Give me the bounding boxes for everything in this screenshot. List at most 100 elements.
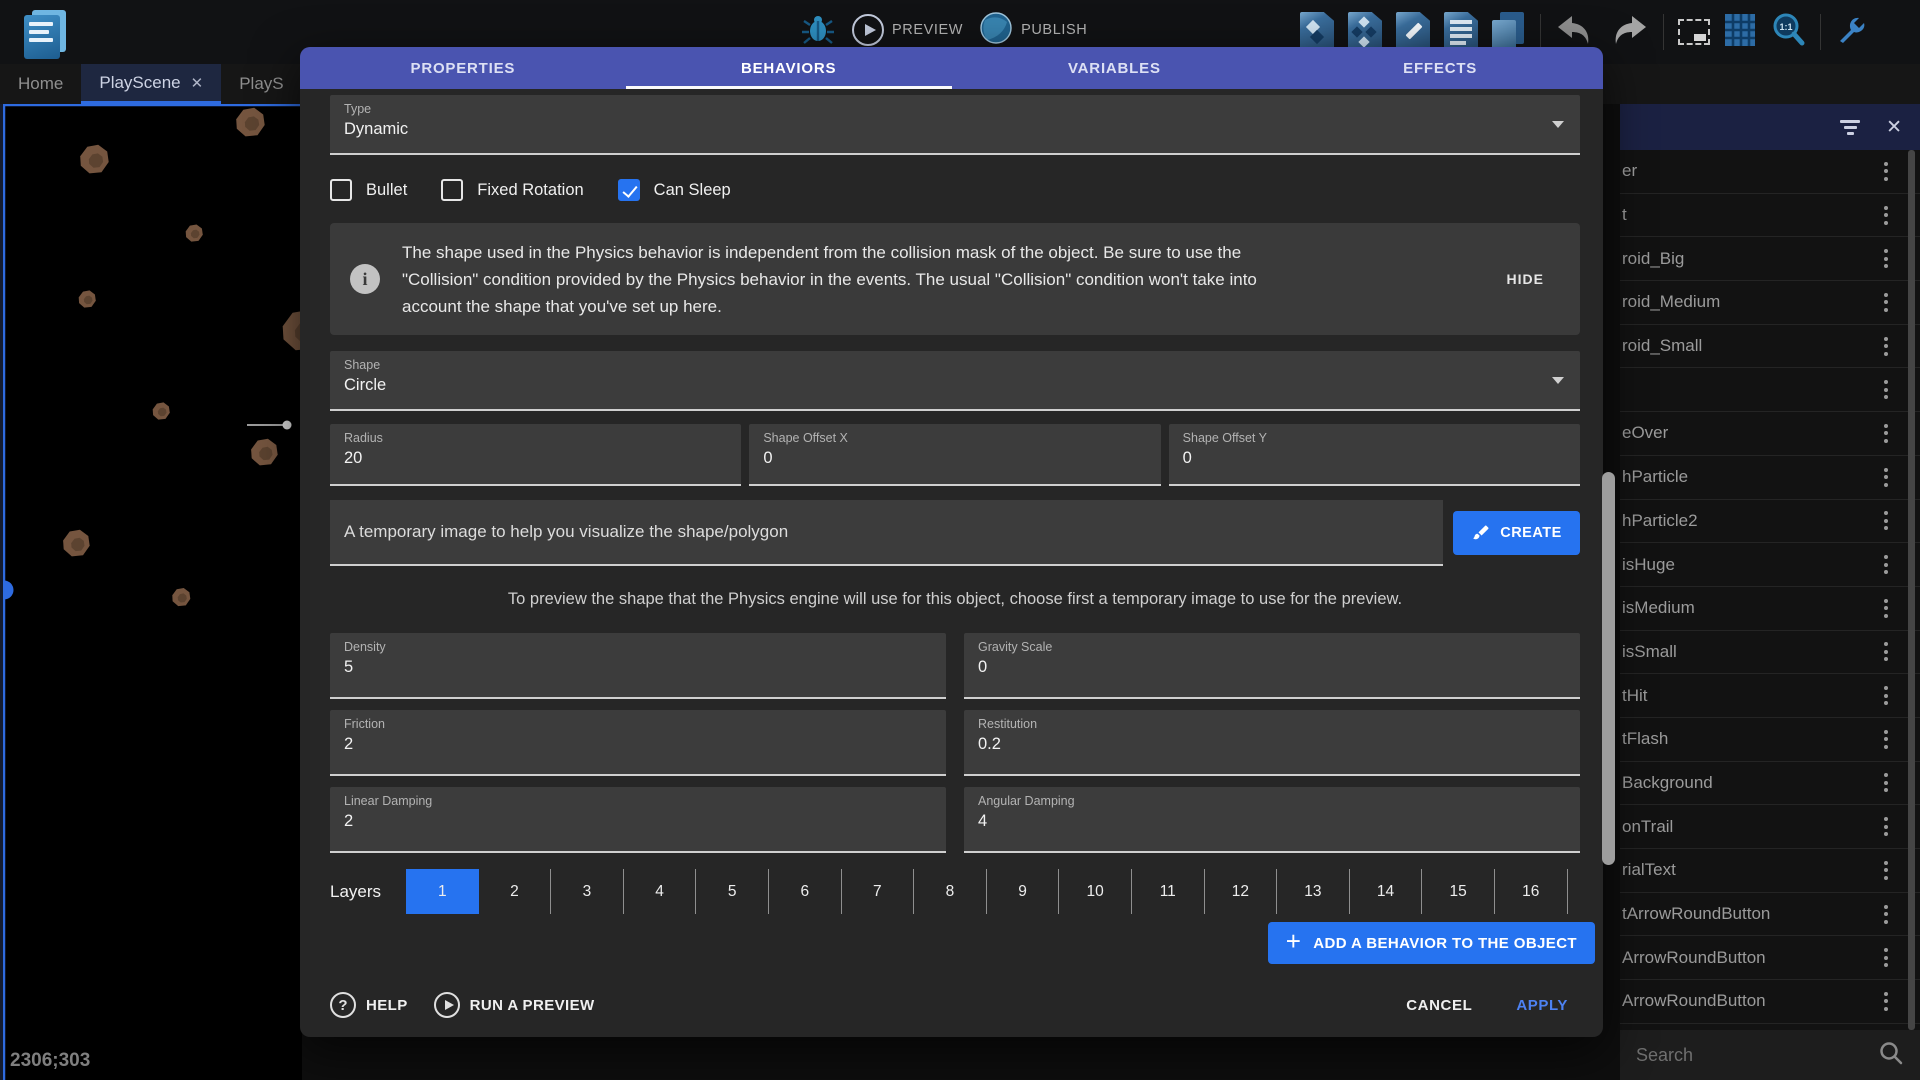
object-list-item[interactable]: hParticle: [1620, 456, 1920, 500]
item-menu-icon[interactable]: [1868, 730, 1904, 749]
dialog-scrollbar[interactable]: [1601, 89, 1616, 1037]
tab-plays[interactable]: PlayS: [221, 64, 301, 104]
undo-icon[interactable]: [1555, 13, 1595, 52]
field-shape-offset-y[interactable]: Shape Offset Y0: [1169, 424, 1580, 486]
object-list-item[interactable]: er: [1620, 150, 1920, 194]
layer-7[interactable]: 7: [842, 869, 915, 914]
object-list-item[interactable]: tArrowRoundButton: [1620, 893, 1920, 937]
item-menu-icon[interactable]: [1868, 861, 1904, 880]
object-list-item[interactable]: roid_Medium: [1620, 281, 1920, 325]
object-list-item[interactable]: roid_Big: [1620, 237, 1920, 281]
field-angular-damping[interactable]: Angular Damping4: [964, 787, 1580, 853]
item-menu-icon[interactable]: [1868, 817, 1904, 836]
item-menu-icon[interactable]: [1868, 249, 1904, 268]
layer-5[interactable]: 5: [696, 869, 769, 914]
dialog-tab-behaviors[interactable]: BEHAVIORS: [626, 47, 952, 89]
object-list-item[interactable]: ArrowRoundButton: [1620, 980, 1920, 1024]
field-shape-offset-x[interactable]: Shape Offset X0: [749, 424, 1160, 486]
dialog-tab-effects[interactable]: EFFECTS: [1277, 47, 1603, 89]
close-tab-icon[interactable]: ✕: [191, 74, 204, 92]
edit-scene-icon[interactable]: [1396, 12, 1430, 52]
help-button[interactable]: ? HELP: [330, 992, 408, 1018]
item-menu-icon[interactable]: [1868, 380, 1904, 399]
item-menu-icon[interactable]: [1868, 206, 1904, 225]
field-gravity-scale[interactable]: Gravity Scale0: [964, 633, 1580, 699]
object-list-item[interactable]: isMedium: [1620, 587, 1920, 631]
item-menu-icon[interactable]: [1868, 511, 1904, 530]
object-list-item[interactable]: eOver: [1620, 412, 1920, 456]
item-menu-icon[interactable]: [1868, 468, 1904, 487]
selection-rectangle-icon[interactable]: [1678, 19, 1710, 45]
object-list-item[interactable]: hParticle2: [1620, 500, 1920, 544]
publish-button[interactable]: PUBLISH: [979, 11, 1087, 50]
layer-13[interactable]: 13: [1277, 869, 1350, 914]
layer-16[interactable]: 16: [1495, 869, 1568, 914]
instances-list-icon[interactable]: [1348, 12, 1382, 52]
item-menu-icon[interactable]: [1868, 948, 1904, 967]
item-menu-icon[interactable]: [1868, 337, 1904, 356]
object-list-item[interactable]: roid_Small: [1620, 325, 1920, 369]
item-menu-icon[interactable]: [1868, 555, 1904, 574]
project-manager-icon[interactable]: [18, 8, 70, 58]
field-linear-damping[interactable]: Linear Damping2: [330, 787, 946, 853]
settings-wrench-icon[interactable]: [1835, 13, 1869, 52]
item-menu-icon[interactable]: [1868, 599, 1904, 618]
type-dropdown[interactable]: Type Dynamic: [330, 95, 1580, 155]
objects-list-scrollbar[interactable]: [1908, 150, 1915, 1030]
checkbox-fixed-rotation[interactable]: Fixed Rotation: [441, 179, 583, 201]
field-density[interactable]: Density5: [330, 633, 946, 699]
shape-dropdown[interactable]: Shape Circle: [330, 351, 1580, 411]
layer-6[interactable]: 6: [769, 869, 842, 914]
item-menu-icon[interactable]: [1868, 424, 1904, 443]
object-list-item[interactable]: isSmall: [1620, 631, 1920, 675]
close-panel-icon[interactable]: ✕: [1886, 118, 1902, 137]
object-list-item[interactable]: tFlash: [1620, 718, 1920, 762]
create-button[interactable]: CREATE: [1453, 511, 1580, 555]
field-radius[interactable]: Radius20: [330, 424, 741, 486]
dialog-tab-variables[interactable]: VARIABLES: [952, 47, 1278, 89]
item-menu-icon[interactable]: [1868, 293, 1904, 312]
object-list-item[interactable]: t: [1620, 194, 1920, 238]
item-menu-icon[interactable]: [1868, 162, 1904, 181]
grid-icon[interactable]: [1724, 12, 1756, 53]
tab-playscene[interactable]: PlayScene✕: [81, 64, 221, 104]
temp-image-field[interactable]: A temporary image to help you visualize …: [330, 500, 1443, 566]
dialog-tab-properties[interactable]: PROPERTIES: [300, 47, 626, 89]
tab-home[interactable]: Home: [0, 64, 81, 104]
cancel-button[interactable]: CANCEL: [1406, 997, 1472, 1014]
checkbox-unchecked-icon[interactable]: [441, 179, 463, 201]
hide-button[interactable]: HIDE: [1507, 271, 1544, 287]
checkbox-unchecked-icon[interactable]: [330, 179, 352, 201]
redo-icon[interactable]: [1609, 13, 1649, 52]
layer-9[interactable]: 9: [987, 869, 1060, 914]
debug-bug-icon[interactable]: [800, 10, 836, 51]
item-menu-icon[interactable]: [1868, 686, 1904, 705]
checkbox-can-sleep[interactable]: Can Sleep: [618, 179, 731, 201]
add-object-icon[interactable]: [1300, 12, 1334, 52]
apply-button[interactable]: APPLY: [1516, 997, 1568, 1014]
object-properties-icon[interactable]: [1444, 12, 1478, 52]
field-friction[interactable]: Friction2: [330, 710, 946, 776]
dialog-scrollbar-thumb[interactable]: [1602, 472, 1615, 865]
layer-8[interactable]: 8: [914, 869, 987, 914]
layer-12[interactable]: 12: [1205, 869, 1278, 914]
field-restitution[interactable]: Restitution0.2: [964, 710, 1580, 776]
object-list-item[interactable]: ArrowRoundButton: [1620, 936, 1920, 980]
item-menu-icon[interactable]: [1868, 773, 1904, 792]
object-list-item[interactable]: onTrail: [1620, 805, 1920, 849]
item-menu-icon[interactable]: [1868, 905, 1904, 924]
item-menu-icon[interactable]: [1868, 992, 1904, 1011]
object-list-item[interactable]: rialText: [1620, 849, 1920, 893]
layer-14[interactable]: 14: [1350, 869, 1423, 914]
layer-3[interactable]: 3: [551, 869, 624, 914]
objects-search[interactable]: Search: [1620, 1030, 1920, 1080]
layer-4[interactable]: 4: [624, 869, 697, 914]
layer-15[interactable]: 15: [1422, 869, 1495, 914]
preview-button[interactable]: PREVIEW: [852, 14, 963, 46]
object-list-item[interactable]: isHuge: [1620, 543, 1920, 587]
run-preview-button[interactable]: RUN A PREVIEW: [434, 992, 595, 1018]
object-list-item[interactable]: Background: [1620, 762, 1920, 806]
checkbox-checked-icon[interactable]: [618, 179, 640, 201]
layers-panel-icon[interactable]: [1492, 12, 1526, 52]
layer-1[interactable]: 1: [406, 869, 479, 914]
